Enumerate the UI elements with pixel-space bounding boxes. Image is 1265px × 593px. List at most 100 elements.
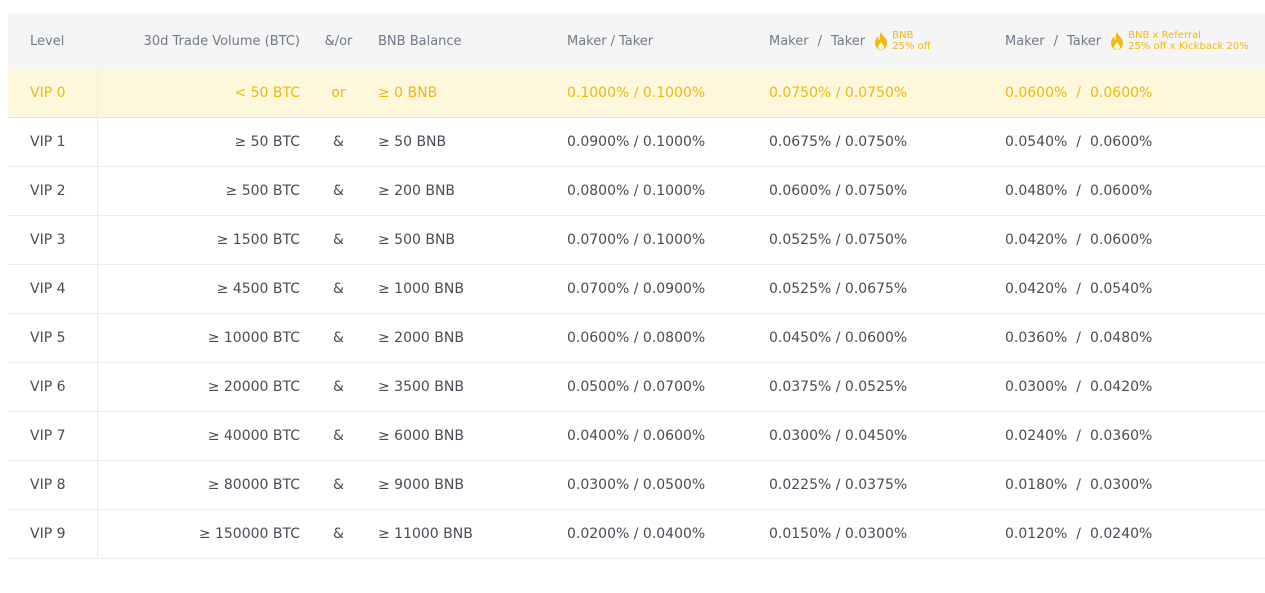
rate-slash: / bbox=[1076, 134, 1082, 150]
referral-maker-rate: 0.0480% bbox=[1005, 183, 1068, 199]
referral-taker-rate: 0.0600% bbox=[1090, 85, 1153, 101]
referral-maker-rate: 0.0300% bbox=[1005, 379, 1068, 395]
header-bnb-balance: BNB Balance bbox=[378, 33, 462, 49]
referral-taker-rate: 0.0420% bbox=[1090, 379, 1153, 395]
and-or-cell: & bbox=[333, 428, 344, 444]
table-row-vip-8: VIP 8 ≥ 80000 BTC & ≥ 9000 BNB 0.0300% /… bbox=[8, 461, 1265, 510]
rate-slash: / bbox=[1076, 330, 1082, 346]
bnb-balance-cell: ≥ 1000 BNB bbox=[378, 281, 464, 297]
vip-level-cell: VIP 5 bbox=[8, 314, 98, 362]
maker-taker-bnb-cell: 0.0225% / 0.0375% bbox=[769, 477, 908, 493]
trade-volume-cell: ≥ 4500 BTC bbox=[216, 281, 300, 297]
header-maker-label: Maker bbox=[567, 33, 607, 49]
bnb-balance-cell: ≥ 500 BNB bbox=[378, 232, 456, 248]
header-trade-volume: 30d Trade Volume (BTC) bbox=[143, 33, 300, 49]
maker-taker-cell: 0.1000% / 0.1000% bbox=[567, 85, 706, 101]
maker-taker-cell: 0.0200% / 0.0400% bbox=[567, 526, 706, 542]
and-or-cell: & bbox=[333, 134, 344, 150]
referral-maker-rate: 0.0420% bbox=[1005, 281, 1068, 297]
trade-volume-cell: ≥ 1500 BTC bbox=[216, 232, 300, 248]
rate-slash: / bbox=[1076, 526, 1082, 542]
promo-line-2: 25% off x Kickback 20% bbox=[1128, 41, 1249, 52]
table-header: Level 30d Trade Volume (BTC) &/or BNB Ba… bbox=[8, 13, 1265, 69]
header-level: Level bbox=[30, 33, 65, 49]
referral-maker-rate: 0.0360% bbox=[1005, 330, 1068, 346]
trade-volume-cell: ≥ 500 BTC bbox=[225, 183, 300, 199]
maker-taker-referral-cell: 0.0300% / 0.0420% bbox=[1005, 363, 1263, 411]
and-or-cell: & bbox=[333, 379, 344, 395]
header-taker-label: Taker bbox=[618, 33, 654, 49]
maker-taker-cell: 0.0400% / 0.0600% bbox=[567, 428, 706, 444]
header-taker-label: Taker bbox=[1066, 33, 1102, 49]
flame-icon bbox=[1111, 32, 1124, 50]
vip-level-cell: VIP 0 bbox=[8, 69, 98, 117]
maker-taker-bnb-cell: 0.0525% / 0.0750% bbox=[769, 232, 908, 248]
rate-slash: / bbox=[1076, 379, 1082, 395]
fee-schedule-table: Level 30d Trade Volume (BTC) &/or BNB Ba… bbox=[8, 13, 1265, 559]
referral-taker-rate: 0.0240% bbox=[1090, 526, 1153, 542]
trade-volume-cell: ≥ 50 BTC bbox=[234, 134, 300, 150]
referral-maker-rate: 0.0180% bbox=[1005, 477, 1068, 493]
maker-taker-bnb-cell: 0.0150% / 0.0300% bbox=[769, 526, 908, 542]
header-and-or: &/or bbox=[324, 33, 353, 49]
maker-taker-bnb-cell: 0.0750% / 0.0750% bbox=[769, 85, 908, 101]
referral-maker-rate: 0.0240% bbox=[1005, 428, 1068, 444]
vip-level-cell: VIP 6 bbox=[8, 363, 98, 411]
maker-taker-cell: 0.0300% / 0.0500% bbox=[567, 477, 706, 493]
maker-taker-referral-cell: 0.0360% / 0.0480% bbox=[1005, 314, 1263, 362]
bnb-balance-cell: ≥ 6000 BNB bbox=[378, 428, 464, 444]
rate-slash: / bbox=[1076, 232, 1082, 248]
flame-icon bbox=[875, 32, 888, 50]
maker-taker-referral-cell: 0.0540% / 0.0600% bbox=[1005, 118, 1263, 166]
vip-level-cell: VIP 7 bbox=[8, 412, 98, 460]
rate-slash: / bbox=[1076, 183, 1082, 199]
maker-taker-referral-cell: 0.0600% / 0.0600% bbox=[1005, 69, 1263, 117]
table-row-vip-7: VIP 7 ≥ 40000 BTC & ≥ 6000 BNB 0.0400% /… bbox=[8, 412, 1265, 461]
header-slash: / bbox=[610, 33, 615, 49]
trade-volume-cell: ≥ 150000 BTC bbox=[198, 526, 300, 542]
maker-taker-bnb-cell: 0.0375% / 0.0525% bbox=[769, 379, 908, 395]
promo-line-1: BNB bbox=[892, 30, 914, 41]
header-maker-label: Maker bbox=[1005, 33, 1045, 49]
bnb-balance-cell: ≥ 11000 BNB bbox=[378, 526, 473, 542]
maker-taker-referral-cell: 0.0420% / 0.0540% bbox=[1005, 265, 1263, 313]
and-or-cell: & bbox=[333, 526, 344, 542]
table-row-vip-4: VIP 4 ≥ 4500 BTC & ≥ 1000 BNB 0.0700% / … bbox=[8, 265, 1265, 314]
vip-level-cell: VIP 1 bbox=[8, 118, 98, 166]
referral-taker-rate: 0.0540% bbox=[1090, 281, 1153, 297]
maker-taker-referral-cell: 0.0480% / 0.0600% bbox=[1005, 167, 1263, 215]
bnb-balance-cell: ≥ 200 BNB bbox=[378, 183, 456, 199]
maker-taker-referral-cell: 0.0120% / 0.0240% bbox=[1005, 510, 1263, 558]
header-slash: / bbox=[1053, 33, 1058, 49]
referral-maker-rate: 0.0600% bbox=[1005, 85, 1068, 101]
table-row-vip-9: VIP 9 ≥ 150000 BTC & ≥ 11000 BNB 0.0200%… bbox=[8, 510, 1265, 559]
header-maker-taker-bnb: Maker / Taker BNB 25% off bbox=[769, 13, 999, 69]
maker-taker-referral-cell: 0.0240% / 0.0360% bbox=[1005, 412, 1263, 460]
referral-discount-badge: BNB x Referral 25% off x Kickback 20% bbox=[1128, 30, 1248, 52]
vip-level-cell: VIP 9 bbox=[8, 510, 98, 558]
table-row-vip-5: VIP 5 ≥ 10000 BTC & ≥ 2000 BNB 0.0600% /… bbox=[8, 314, 1265, 363]
maker-taker-bnb-cell: 0.0675% / 0.0750% bbox=[769, 134, 908, 150]
promo-line-1: BNB x Referral bbox=[1128, 30, 1201, 41]
maker-taker-cell: 0.0600% / 0.0800% bbox=[567, 330, 706, 346]
rate-slash: / bbox=[1076, 428, 1082, 444]
referral-maker-rate: 0.0420% bbox=[1005, 232, 1068, 248]
trade-volume-cell: ≥ 10000 BTC bbox=[207, 330, 300, 346]
referral-taker-rate: 0.0300% bbox=[1090, 477, 1153, 493]
header-slash: / bbox=[817, 33, 822, 49]
referral-maker-rate: 0.0120% bbox=[1005, 526, 1068, 542]
and-or-cell: & bbox=[333, 232, 344, 248]
header-maker-label: Maker bbox=[769, 33, 809, 49]
trade-volume-cell: ≥ 20000 BTC bbox=[207, 379, 300, 395]
table-row-vip-6: VIP 6 ≥ 20000 BTC & ≥ 3500 BNB 0.0500% /… bbox=[8, 363, 1265, 412]
rate-slash: / bbox=[1076, 85, 1082, 101]
referral-taker-rate: 0.0600% bbox=[1090, 232, 1153, 248]
table-body: VIP 0 < 50 BTC or ≥ 0 BNB 0.1000% / 0.10… bbox=[8, 69, 1265, 559]
referral-taker-rate: 0.0600% bbox=[1090, 134, 1153, 150]
header-maker-taker: Maker / Taker bbox=[567, 13, 767, 69]
rate-slash: / bbox=[1076, 281, 1082, 297]
trade-volume-cell: < 50 BTC bbox=[234, 85, 300, 101]
header-maker-taker-referral: Maker / Taker BNB x Referral 25% off x K… bbox=[1005, 13, 1263, 69]
bnb-balance-cell: ≥ 9000 BNB bbox=[378, 477, 464, 493]
vip-level-cell: VIP 4 bbox=[8, 265, 98, 313]
